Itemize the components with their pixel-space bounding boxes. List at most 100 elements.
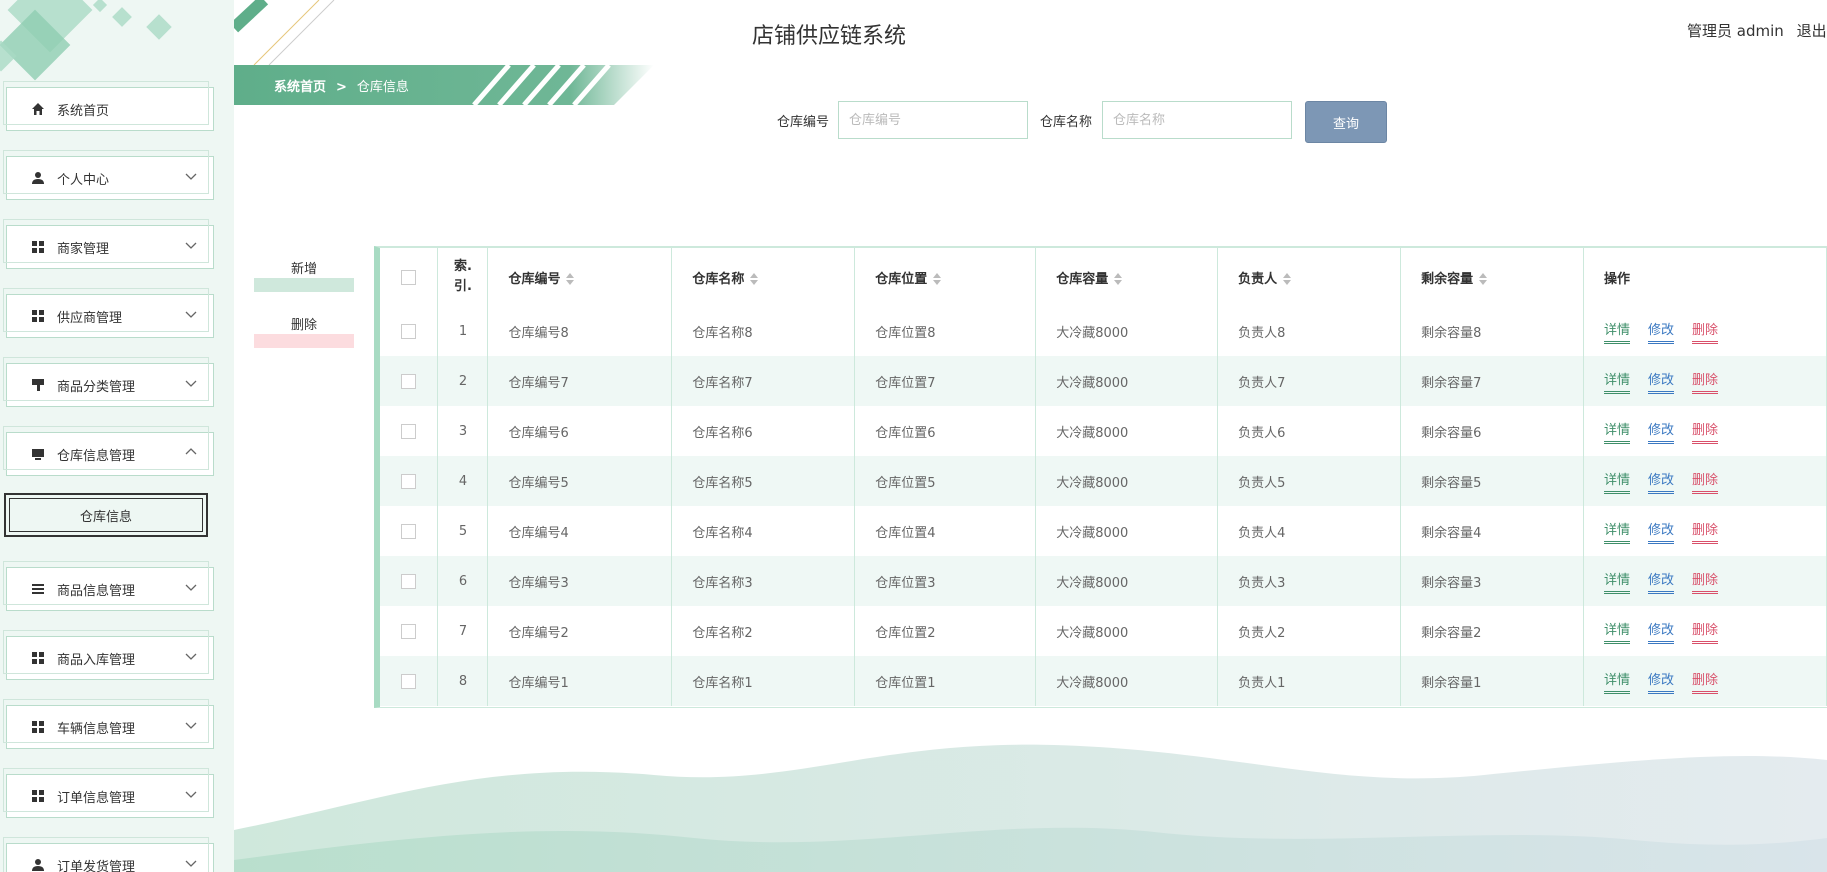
warehouse-table: 索. 引. 仓库编号 仓库名称 仓库位置 仓库容量 负责人 剩余容量 操作 1 仓库… <box>374 246 1827 708</box>
warehouse-code-input[interactable] <box>838 101 1028 139</box>
sidebar-item-personal[interactable]: 个人中心 <box>3 150 214 200</box>
header-ops: 操作 <box>1583 248 1827 306</box>
header-code[interactable]: 仓库编号 <box>487 248 673 306</box>
row-checkbox[interactable] <box>401 423 417 439</box>
cell-ops: 详情 修改 删除 <box>1583 606 1827 656</box>
delete-button[interactable]: 删除 <box>254 306 354 348</box>
header-owner[interactable]: 负责人 <box>1217 248 1402 306</box>
row-select-cell <box>380 356 439 406</box>
header-remaining[interactable]: 剩余容量 <box>1400 248 1584 306</box>
cell-name: 仓库名称1 <box>671 656 856 706</box>
cell-location: 仓库位置8 <box>854 306 1037 356</box>
row-checkbox[interactable] <box>401 573 417 589</box>
cell-code: 仓库编号1 <box>487 656 673 706</box>
cell-location: 仓库位置4 <box>854 506 1037 556</box>
sidebar-item-order-info[interactable]: 订单信息管理 <box>3 768 214 818</box>
delete-link[interactable]: 删除 <box>1692 369 1719 394</box>
delete-link[interactable]: 删除 <box>1692 419 1719 444</box>
monitor-icon <box>29 445 47 463</box>
detail-link[interactable]: 详情 <box>1604 319 1631 344</box>
row-checkbox[interactable] <box>401 323 417 339</box>
warehouse-code-label: 仓库编号 <box>777 115 830 130</box>
add-button[interactable]: 新增 <box>254 250 354 292</box>
delete-link[interactable]: 删除 <box>1692 669 1719 694</box>
select-all-checkbox[interactable] <box>401 269 417 285</box>
sidebar-subitem-warehouse-info[interactable]: 仓库信息 <box>4 493 208 537</box>
grid-icon <box>29 787 47 805</box>
sidebar-item-label: 商品入库管理 <box>57 652 136 668</box>
row-checkbox[interactable] <box>401 673 417 689</box>
row-checkbox[interactable] <box>401 373 417 389</box>
sidebar-item-label: 个人中心 <box>57 172 110 188</box>
detail-link[interactable]: 详情 <box>1604 519 1631 544</box>
delete-button-label: 删除 <box>290 318 317 333</box>
cell-location: 仓库位置2 <box>854 606 1037 656</box>
sidebar-item-stock-in[interactable]: 商品入库管理 <box>3 630 214 680</box>
cell-remaining: 剩余容量1 <box>1400 656 1584 706</box>
edit-link[interactable]: 修改 <box>1648 319 1675 344</box>
breadcrumb-home[interactable]: 系统首页 <box>274 80 326 95</box>
detail-link[interactable]: 详情 <box>1604 469 1631 494</box>
sidebar-item-merchant[interactable]: 商家管理 <box>3 219 214 269</box>
sidebar-item-supplier[interactable]: 供应商管理 <box>3 288 214 338</box>
table-header-row: 索. 引. 仓库编号 仓库名称 仓库位置 仓库容量 负责人 剩余容量 操作 <box>380 248 1827 306</box>
edit-link[interactable]: 修改 <box>1648 669 1675 694</box>
edit-link[interactable]: 修改 <box>1648 519 1675 544</box>
cell-name: 仓库名称6 <box>671 406 856 456</box>
edit-link[interactable]: 修改 <box>1648 469 1675 494</box>
detail-link[interactable]: 详情 <box>1604 569 1631 594</box>
sidebar-item-product-info[interactable]: 商品信息管理 <box>3 561 214 611</box>
cell-index: 1 <box>437 306 489 356</box>
breadcrumb-text: 系统首页 > 仓库信息 <box>274 76 409 95</box>
edit-link[interactable]: 修改 <box>1648 419 1675 444</box>
cell-ops: 详情 修改 删除 <box>1583 506 1827 556</box>
cell-ops: 详情 修改 删除 <box>1583 356 1827 406</box>
header-owner-label: 负责人 <box>1238 271 1278 287</box>
search-button[interactable]: 查询 <box>1305 101 1387 143</box>
sidebar-item-category[interactable]: 商品分类管理 <box>3 357 214 407</box>
detail-link[interactable]: 详情 <box>1604 669 1631 694</box>
row-select-cell <box>380 556 439 606</box>
header-capacity[interactable]: 仓库容量 <box>1035 248 1219 306</box>
chevron-down-icon <box>185 584 197 591</box>
sidebar-item-vehicle[interactable]: 车辆信息管理 <box>3 699 214 749</box>
header-name[interactable]: 仓库名称 <box>671 248 856 306</box>
cell-owner: 负责人6 <box>1217 406 1402 456</box>
chevron-down-icon <box>185 242 197 249</box>
logout-link[interactable]: 退出 <box>1797 22 1827 40</box>
breadcrumb-current: 仓库信息 <box>356 80 409 95</box>
header-location[interactable]: 仓库位置 <box>854 248 1037 306</box>
cell-code: 仓库编号4 <box>487 506 673 556</box>
delete-link[interactable]: 删除 <box>1692 469 1719 494</box>
sidebar-item-label: 订单发货管理 <box>57 859 136 872</box>
delete-link[interactable]: 删除 <box>1692 619 1719 644</box>
cell-owner: 负责人8 <box>1217 306 1402 356</box>
row-checkbox[interactable] <box>401 473 417 489</box>
cell-location: 仓库位置5 <box>854 456 1037 506</box>
edit-link[interactable]: 修改 <box>1648 569 1675 594</box>
sidebar-item-order-ship[interactable]: 订单发货管理 <box>3 837 214 872</box>
edit-link[interactable]: 修改 <box>1648 619 1675 644</box>
sort-icon <box>750 273 759 285</box>
detail-link[interactable]: 详情 <box>1604 619 1631 644</box>
cell-name: 仓库名称2 <box>671 606 856 656</box>
edit-link[interactable]: 修改 <box>1648 369 1675 394</box>
warehouse-name-input[interactable] <box>1102 101 1292 139</box>
app-title: 店铺供应链系统 <box>752 24 907 49</box>
delete-link[interactable]: 删除 <box>1692 569 1719 594</box>
detail-link[interactable]: 详情 <box>1604 419 1631 444</box>
table-row: 5 仓库编号4 仓库名称4 仓库位置4 大冷藏8000 负责人4 剩余容量4 详情 修改 删除 <box>380 506 1827 556</box>
brush-icon <box>29 376 47 394</box>
detail-link[interactable]: 详情 <box>1604 369 1631 394</box>
table-row: 6 仓库编号3 仓库名称3 仓库位置3 大冷藏8000 负责人3 剩余容量3 详情 修改 删除 <box>380 556 1827 606</box>
table-row: 4 仓库编号5 仓库名称5 仓库位置5 大冷藏8000 负责人5 剩余容量5 详情 修改 删除 <box>380 456 1827 506</box>
row-checkbox[interactable] <box>401 523 417 539</box>
list-icon <box>29 580 47 598</box>
delete-link[interactable]: 删除 <box>1692 519 1719 544</box>
row-checkbox[interactable] <box>401 623 417 639</box>
cell-code: 仓库编号3 <box>487 556 673 606</box>
sidebar-item-home[interactable]: 系统首页 <box>3 81 214 131</box>
delete-link[interactable]: 删除 <box>1692 319 1719 344</box>
sidebar-item-warehouse[interactable]: 仓库信息管理 <box>3 426 214 476</box>
cell-remaining: 剩余容量8 <box>1400 306 1584 356</box>
